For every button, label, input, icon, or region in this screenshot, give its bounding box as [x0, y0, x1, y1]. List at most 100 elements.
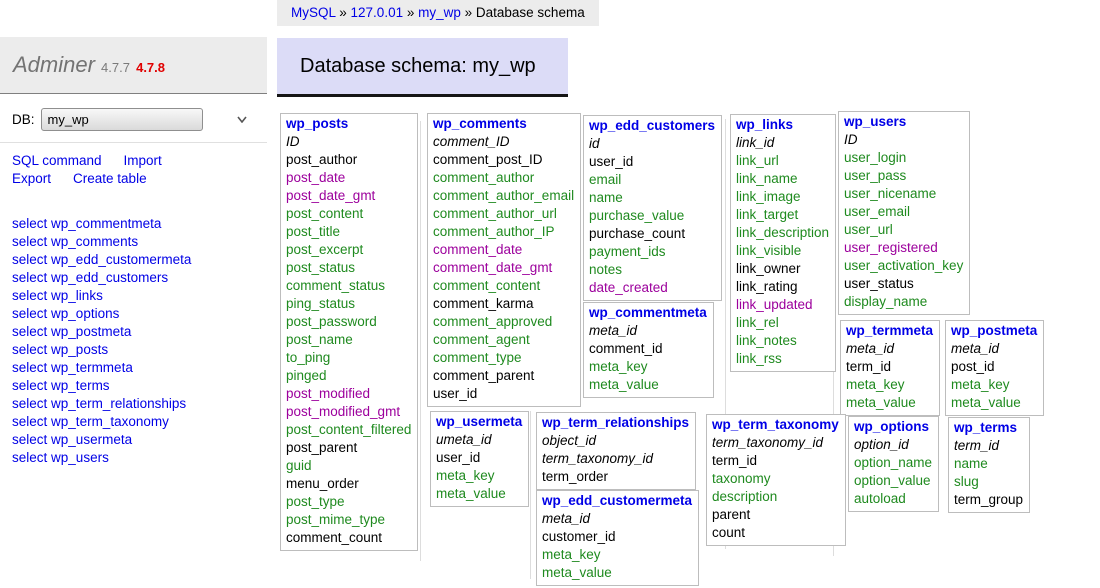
schema-column-comment_parent: comment_parent — [433, 367, 574, 385]
schema-table-title-wp_comments[interactable]: wp_comments — [433, 115, 574, 133]
table-link-wp_commentmeta[interactable]: wp_commentmeta — [51, 216, 161, 231]
select-link[interactable]: select — [12, 216, 47, 231]
sidebar: Adminer 4.7.7 4.7.8 DB: my_wp SQL comman… — [0, 37, 267, 467]
schema-table-title-wp_commentmeta[interactable]: wp_commentmeta — [589, 304, 707, 322]
schema-table-title-wp_posts[interactable]: wp_posts — [286, 115, 411, 133]
schema-column-user_url: user_url — [844, 221, 963, 239]
table-link-wp_term_taxonomy[interactable]: wp_term_taxonomy — [51, 414, 169, 429]
table-link-wp_termmeta[interactable]: wp_termmeta — [51, 360, 133, 375]
schema-column-date_created: date_created — [589, 279, 715, 297]
schema-column-link_id: link_id — [736, 134, 829, 152]
schema-column-term_group: term_group — [954, 491, 1023, 509]
select-link[interactable]: select — [12, 450, 47, 465]
table-list-item: select wp_termmeta — [12, 359, 267, 377]
schema-column-id: id — [589, 135, 715, 153]
create-table-link[interactable]: Create table — [73, 171, 147, 186]
schema-table-wp_edd_customers: wp_edd_customersiduser_idemailnamepurcha… — [583, 115, 722, 301]
schema-table-title-wp_links[interactable]: wp_links — [736, 116, 829, 134]
table-link-wp_usermeta[interactable]: wp_usermeta — [51, 432, 132, 447]
sidebar-header: Adminer 4.7.7 4.7.8 — [0, 37, 267, 94]
schema-table-title-wp_termmeta[interactable]: wp_termmeta — [846, 322, 933, 340]
select-link[interactable]: select — [12, 396, 47, 411]
select-link[interactable]: select — [12, 324, 47, 339]
schema-table-title-wp_term_taxonomy[interactable]: wp_term_taxonomy — [712, 416, 839, 434]
schema-column-post_modified: post_modified — [286, 385, 411, 403]
schema-table-wp_edd_customermeta: wp_edd_customermetameta_idcustomer_idmet… — [536, 490, 699, 586]
schema-table-wp_postmeta: wp_postmetameta_idpost_idmeta_keymeta_va… — [945, 320, 1044, 416]
schema-column-comment_type: comment_type — [433, 349, 574, 367]
schema-table-title-wp_users[interactable]: wp_users — [844, 113, 963, 131]
select-link[interactable]: select — [12, 378, 47, 393]
schema-table-title-wp_edd_customers[interactable]: wp_edd_customers — [589, 117, 715, 135]
schema-column-term_taxonomy_id: term_taxonomy_id — [712, 434, 839, 452]
table-list-item: select wp_postmeta — [12, 323, 267, 341]
breadcrumb-link[interactable]: 127.0.01 — [351, 5, 404, 20]
table-link-wp_comments[interactable]: wp_comments — [51, 234, 138, 249]
sidebar-divider — [0, 142, 267, 143]
table-link-wp_term_relationships[interactable]: wp_term_relationships — [51, 396, 186, 411]
table-link-wp_postmeta[interactable]: wp_postmeta — [51, 324, 131, 339]
sidebar-actions: SQL command Import Export Create table — [12, 152, 267, 188]
breadcrumb-separator: » — [336, 5, 351, 20]
schema-column-menu_order: menu_order — [286, 475, 411, 493]
table-link-wp_edd_customermeta[interactable]: wp_edd_customermeta — [51, 252, 191, 267]
schema-table-title-wp_term_relationships[interactable]: wp_term_relationships — [542, 414, 689, 432]
version-update-link[interactable]: 4.7.8 — [136, 60, 165, 75]
schema-column-autoload: autoload — [854, 490, 932, 508]
breadcrumb-link[interactable]: MySQL — [291, 5, 336, 20]
schema-table-wp_comments: wp_commentscomment_IDcomment_post_IDcomm… — [427, 113, 581, 407]
select-link[interactable]: select — [12, 234, 47, 249]
schema-table-wp_options: wp_optionsoption_idoption_nameoption_val… — [848, 416, 939, 512]
import-link[interactable]: Import — [124, 153, 162, 168]
table-link-wp_links[interactable]: wp_links — [51, 288, 103, 303]
table-link-wp_posts[interactable]: wp_posts — [51, 342, 108, 357]
schema-column-post_excerpt: post_excerpt — [286, 241, 411, 259]
schema-column-user_activation_key: user_activation_key — [844, 257, 963, 275]
db-select[interactable]: my_wp — [41, 108, 203, 131]
breadcrumb-link[interactable]: my_wp — [418, 5, 461, 20]
table-link-wp_options[interactable]: wp_options — [51, 306, 119, 321]
schema-column-link_notes: link_notes — [736, 332, 829, 350]
table-link-wp_edd_customers[interactable]: wp_edd_customers — [51, 270, 168, 285]
schema-column-user_pass: user_pass — [844, 167, 963, 185]
select-link[interactable]: select — [12, 270, 47, 285]
schema-column-post_id: post_id — [951, 358, 1037, 376]
breadcrumb-separator: » — [461, 5, 476, 20]
select-link[interactable]: select — [12, 288, 47, 303]
select-link[interactable]: select — [12, 360, 47, 375]
page-title-wrap: Database schema: my_wp — [277, 26, 1100, 97]
export-link[interactable]: Export — [12, 171, 51, 186]
select-link[interactable]: select — [12, 306, 47, 321]
db-label: DB: — [12, 112, 35, 127]
table-link-wp_terms[interactable]: wp_terms — [51, 378, 110, 393]
schema-column-description: description — [712, 488, 839, 506]
schema-column-meta_key: meta_key — [846, 376, 933, 394]
schema-table-title-wp_edd_customermeta[interactable]: wp_edd_customermeta — [542, 492, 692, 510]
schema-column-option_name: option_name — [854, 454, 932, 472]
schema-table-wp_terms: wp_termsterm_idnameslugterm_group — [948, 417, 1030, 513]
select-link[interactable]: select — [12, 414, 47, 429]
schema-column-comment_content: comment_content — [433, 277, 574, 295]
schema-column-meta_id: meta_id — [542, 510, 692, 528]
sql-command-link[interactable]: SQL command — [12, 153, 102, 168]
table-link-wp_users[interactable]: wp_users — [51, 450, 109, 465]
select-link[interactable]: select — [12, 342, 47, 357]
schema-table-title-wp_terms[interactable]: wp_terms — [954, 419, 1023, 437]
schema-column-pinged: pinged — [286, 367, 411, 385]
schema-table-title-wp_options[interactable]: wp_options — [854, 418, 932, 436]
schema-column-comment_date: comment_date — [433, 241, 574, 259]
select-link[interactable]: select — [12, 252, 47, 267]
select-link[interactable]: select — [12, 432, 47, 447]
table-list-item: select wp_posts — [12, 341, 267, 359]
adminer-logo[interactable]: Adminer — [13, 52, 95, 77]
schema-table-title-wp_postmeta[interactable]: wp_postmeta — [951, 322, 1037, 340]
schema-column-post_date: post_date — [286, 169, 411, 187]
schema-table-wp_termmeta: wp_termmetameta_idterm_idmeta_keymeta_va… — [840, 320, 940, 416]
schema-column-purchase_count: purchase_count — [589, 225, 715, 243]
schema-table-title-wp_usermeta[interactable]: wp_usermeta — [436, 413, 522, 431]
table-list-item: select wp_usermeta — [12, 431, 267, 449]
schema-column-link_visible: link_visible — [736, 242, 829, 260]
table-list-item: select wp_users — [12, 449, 267, 467]
schema-column-comment_author_url: comment_author_url — [433, 205, 574, 223]
schema-column-post_mime_type: post_mime_type — [286, 511, 411, 529]
